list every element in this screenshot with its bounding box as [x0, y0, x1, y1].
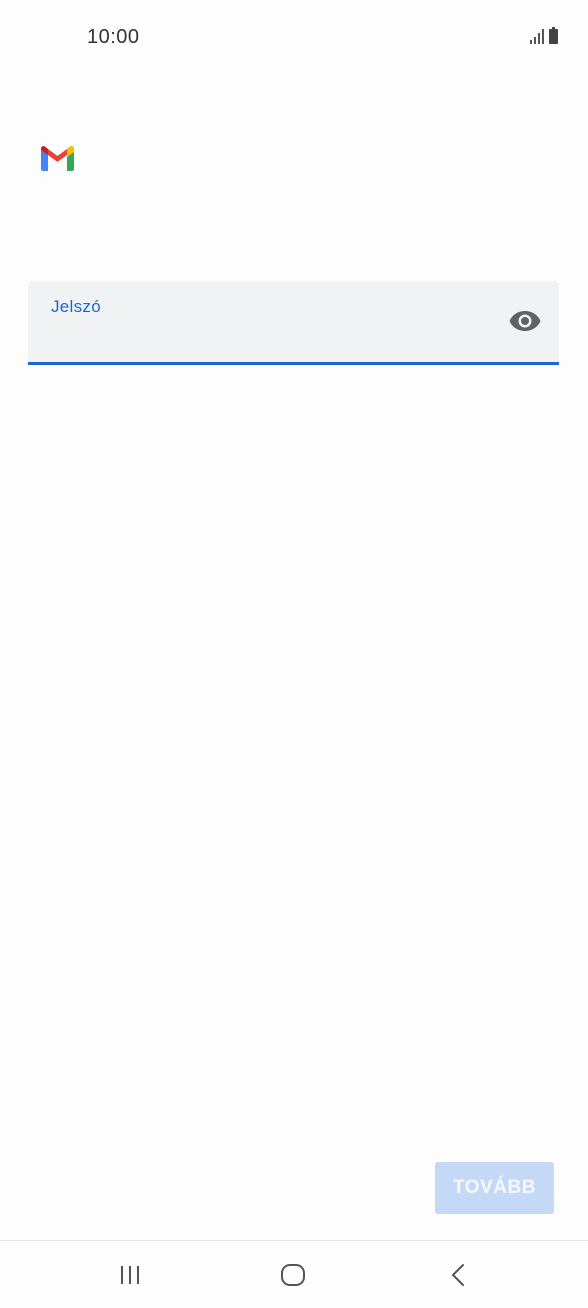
home-icon[interactable]	[271, 1259, 315, 1291]
status-icons	[530, 27, 558, 44]
password-field[interactable]: Jelszó	[28, 281, 559, 365]
gmail-logo-icon	[41, 146, 74, 171]
password-input[interactable]	[51, 323, 495, 355]
recent-apps-icon[interactable]	[108, 1259, 152, 1291]
battery-icon	[549, 27, 558, 44]
next-button[interactable]: TOVÁBB	[435, 1162, 554, 1214]
password-label: Jelszó	[51, 297, 101, 316]
status-bar: 10:00	[0, 0, 588, 76]
password-screen: 10:00 Jelszó TOVÁBB	[0, 0, 588, 1308]
signal-icon	[530, 28, 544, 44]
status-time: 10:00	[87, 26, 140, 48]
back-icon[interactable]	[436, 1259, 480, 1291]
navigation-bar	[0, 1240, 588, 1308]
eye-icon[interactable]	[509, 309, 541, 333]
